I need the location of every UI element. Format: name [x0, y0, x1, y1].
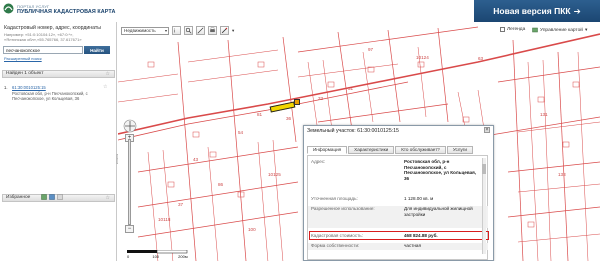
info-key: Разрешенное использование:	[311, 206, 375, 211]
popup-tabs: Информация Характеристики Кто обслуживае…	[307, 146, 474, 154]
chevron-down-icon[interactable]: ▾	[232, 28, 234, 34]
parcel-number-label: 133	[558, 172, 566, 177]
result-address: Ростовская обл, р-н Песчанокопский, с Пе…	[12, 91, 88, 102]
results-panel-header[interactable]: Найден 1 объект ☆	[2, 70, 115, 78]
result-index: 1.	[4, 85, 8, 90]
arrow-right-icon: ➔	[573, 5, 581, 16]
header: ПОРТАЛ УСЛУГ ПУБЛИЧНАЯ КАДАСТРОВАЯ КАРТА…	[0, 0, 600, 22]
tab-who-serves[interactable]: Кто обслуживает?	[395, 146, 446, 154]
pan-control-icon[interactable]	[123, 119, 137, 133]
result-cad-number-link[interactable]: 61:30:0010125:15	[12, 85, 46, 90]
parcel-number-label: 81	[257, 112, 263, 117]
parcel-info-popup: Земельный участок: 61:30:0010125:15 × Ин…	[303, 125, 494, 261]
search-row: Найти	[3, 46, 111, 54]
scale-bar: 0 100 200м	[127, 250, 189, 259]
results-count: Найден 1 объект	[6, 71, 44, 76]
block-number-label: 10125	[268, 172, 281, 177]
parcel-number-label: 43	[193, 157, 199, 162]
scale-label-100: 100	[152, 254, 160, 259]
tab-info[interactable]: Информация	[307, 146, 348, 154]
parcel-number-label: 37	[178, 202, 184, 207]
popup-title: Земельный участок: 61:30:0010125:15	[307, 128, 399, 134]
info-row-permitted-use: Разрешенное использование: Для индивидуа…	[308, 206, 488, 228]
zoom-out-button[interactable]: −	[125, 225, 134, 233]
info-value: 1 128.00 кв. м	[404, 196, 434, 201]
search-title: Кадастровый номер, адрес, координаты	[4, 25, 102, 31]
info-panel: Адрес: Ростовская обл, р-н Песчанокопски…	[307, 155, 489, 260]
block-number-label: 10118	[158, 217, 171, 222]
search-button[interactable]: Найти	[84, 46, 110, 54]
map-control-label: Управление картой	[540, 27, 583, 33]
layers-icon	[532, 27, 538, 33]
draw-icon[interactable]	[220, 26, 229, 35]
legend-label: Легенда	[507, 27, 526, 32]
info-row-ownership: Форма собственности: частная	[308, 243, 488, 250]
info-key: Уточненная площадь:	[311, 196, 358, 201]
star-icon[interactable]: ☆	[106, 71, 110, 77]
rosreestr-logo-icon	[3, 3, 14, 14]
layer-select-value: Недвижимость	[124, 27, 156, 33]
layer-select[interactable]: Недвижимость ▾	[121, 26, 169, 35]
export-icon[interactable]	[49, 194, 55, 200]
info-row-area: Уточненная площадь: 1 128.00 кв. м	[308, 196, 488, 204]
search-area-icon[interactable]	[184, 26, 193, 35]
info-value: частная	[404, 243, 421, 248]
info-key: Адрес:	[311, 159, 326, 164]
search-input[interactable]	[3, 46, 83, 54]
parcel-number-label: 63	[478, 56, 484, 61]
parcel-number-label: 31	[348, 86, 354, 91]
parcel-number-label: 86	[218, 182, 224, 187]
block-number-label: 10124	[416, 55, 429, 60]
map-control-dropdown[interactable]: Управление картой ▾	[532, 27, 587, 33]
advanced-search-link[interactable]: Расширенный поиск	[4, 56, 42, 61]
close-icon[interactable]: ×	[484, 127, 490, 133]
star-icon[interactable]: ☆	[106, 195, 110, 201]
favorites-label: Избранное	[6, 195, 31, 200]
map-toolbar: Недвижимость ▾ i ▾	[121, 26, 234, 35]
new-version-button[interactable]: Новая версия ПКК ➔	[474, 0, 600, 22]
result-favorite-icon[interactable]: ☆	[103, 84, 107, 90]
scale-label-0: 0	[127, 254, 130, 259]
identify-icon[interactable]: i	[172, 26, 181, 35]
print-icon[interactable]	[208, 26, 217, 35]
chevron-down-icon: ▾	[584, 27, 588, 33]
sidebar: Кадастровый номер, адрес, координаты Нап…	[0, 22, 120, 261]
info-value: Для индивидуальной жилищной застройки	[404, 206, 473, 217]
svg-text:i: i	[174, 28, 175, 34]
zoom-slider[interactable]	[128, 139, 131, 225]
legend-checkbox[interactable]	[500, 27, 505, 32]
chevron-down-icon: ▾	[164, 27, 167, 33]
parcel-number-label: 36	[286, 116, 292, 121]
info-row-address: Адрес: Ростовская обл, р-н Песчанокопски…	[308, 159, 488, 187]
scale-label-200: 200м	[178, 254, 188, 259]
delete-icon[interactable]	[57, 194, 63, 200]
parcel-number-label: 33	[318, 96, 324, 101]
import-icon[interactable]	[41, 194, 47, 200]
favorites-tools	[41, 194, 63, 200]
info-value: Ростовская обл, р-н Песчанокопский, с Пе…	[404, 159, 477, 181]
tab-characteristics[interactable]: Характеристики	[348, 146, 395, 154]
popup-scrollbar-thumb[interactable]	[482, 164, 486, 174]
parcel-number-label: 97	[368, 47, 374, 52]
parcel-marker-icon[interactable]	[294, 99, 300, 105]
info-key: Форма собственности:	[311, 243, 360, 248]
tab-services[interactable]: Услуги	[446, 146, 474, 154]
logo-title: ПУБЛИЧНАЯ КАДАСТРОВАЯ КАРТА	[17, 9, 116, 15]
legend-toggle[interactable]: Легенда	[500, 27, 525, 32]
parcel-number-label: 131	[540, 112, 548, 117]
parcel-number-label: 100	[248, 227, 256, 232]
parcel-number-label: 54	[238, 130, 244, 135]
cadastral-value-highlight	[309, 231, 489, 240]
new-version-label: Новая версия ПКК	[493, 6, 571, 16]
measure-icon[interactable]	[196, 26, 205, 35]
search-example-2: «Ялтинская обл»,«55.765766, 37.617671»	[4, 37, 82, 42]
